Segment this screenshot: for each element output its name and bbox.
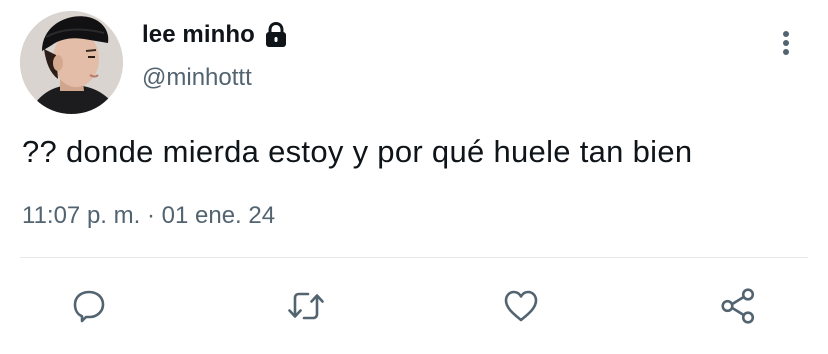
lock-icon [265,21,287,48]
like-button[interactable] [499,284,543,328]
retweet-arrows-icon [288,292,324,320]
tweet-timestamp[interactable]: 11:07 p. m. · 01 ene. 24 [22,202,275,230]
tweet-card: lee minho @minhottt ?? donde mierda esto… [0,0,828,354]
reply-button[interactable] [67,284,111,328]
more-vertical-icon [783,31,789,55]
avatar[interactable] [20,11,123,114]
display-name[interactable]: lee minho [142,21,255,49]
divider [20,257,808,258]
tweet-time: 11:07 p. m. [22,202,141,229]
handle[interactable]: @minhottt [142,64,252,92]
retweet-button[interactable] [284,284,328,328]
meta-separator: · [146,202,155,229]
heart-icon [504,290,538,322]
share-nodes-icon [721,288,755,324]
tweet-text: ?? donde mierda estoy y por qué huele ta… [22,134,693,169]
avatar-photo [20,11,123,114]
speech-bubble-icon [73,290,105,323]
tweet-date: 01 ene. 24 [161,202,276,229]
share-button[interactable] [716,284,760,328]
more-options-button[interactable] [772,26,800,60]
display-name-row: lee minho [142,18,287,52]
